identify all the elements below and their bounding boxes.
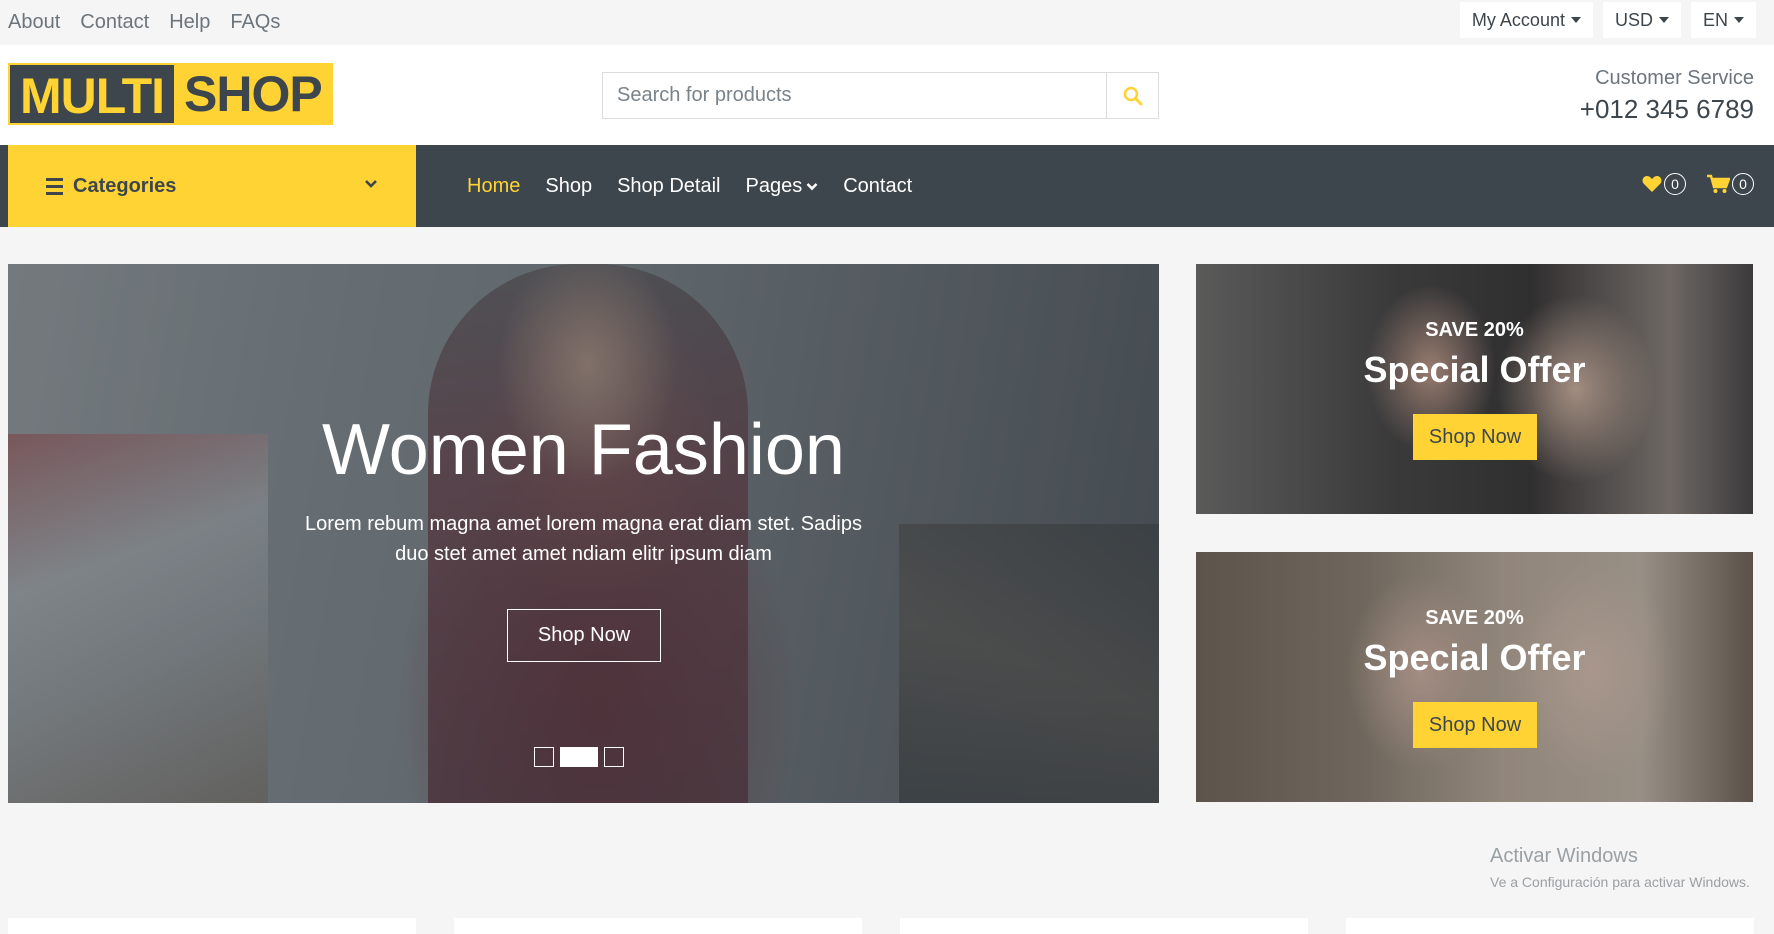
my-account-dropdown[interactable]: My Account — [1459, 2, 1593, 38]
top-link-faqs[interactable]: FAQs — [230, 11, 280, 34]
offer-shop-now-button[interactable]: Shop Now — [1413, 702, 1537, 748]
top-link-help[interactable]: Help — [169, 11, 210, 34]
hero-carousel[interactable]: Women Fashion Lorem rebum magna amet lor… — [8, 264, 1159, 803]
hero-shop-now-button[interactable]: Shop Now — [507, 609, 661, 662]
feature-card — [1346, 918, 1754, 934]
carousel-indicator-2[interactable] — [560, 747, 598, 767]
currency-dropdown[interactable]: USD — [1602, 2, 1681, 38]
topbar: About Contact Help FAQs My Account USD E… — [0, 0, 1774, 45]
logo-part-shop: SHOP — [174, 63, 333, 125]
categories-label: Categories — [73, 174, 177, 197]
nav-links: Home Shop Shop Detail Pages Contact — [467, 145, 912, 227]
hero-title: Women Fashion — [322, 410, 845, 490]
offer-title: Special Offer — [1363, 637, 1586, 678]
nav-link-shop[interactable]: Shop — [545, 175, 592, 198]
nav-link-pages-label: Pages — [745, 174, 803, 197]
main-navbar: Categories Home Shop Shop Detail Pages C… — [0, 145, 1774, 227]
language-dropdown[interactable]: EN — [1690, 2, 1756, 38]
offer-save-text: SAVE 20% — [1425, 319, 1524, 341]
menu-bars-icon — [46, 177, 63, 195]
nav-link-contact[interactable]: Contact — [843, 175, 912, 198]
carousel-indicator-3[interactable] — [604, 747, 624, 767]
feature-card — [900, 918, 1308, 934]
heart-icon — [1642, 176, 1662, 192]
header: MULTI SHOP Customer Service +012 345 678… — [0, 45, 1774, 145]
offer-save-text: SAVE 20% — [1425, 607, 1524, 629]
feature-card — [8, 918, 416, 934]
top-dropdowns: My Account USD EN — [1459, 2, 1756, 38]
wishlist-button[interactable]: 0 — [1642, 173, 1686, 195]
chevron-down-icon — [365, 180, 377, 188]
wishlist-count-badge: 0 — [1664, 173, 1686, 195]
my-account-label: My Account — [1471, 9, 1565, 30]
logo-part-multi: MULTI — [8, 63, 175, 125]
nav-link-pages[interactable]: Pages — [745, 175, 818, 198]
hero-text: Lorem rebum magna amet lorem magna erat … — [305, 513, 862, 565]
cart-button[interactable]: 0 — [1706, 173, 1754, 195]
watermark-title: Activar Windows — [1490, 845, 1638, 867]
feature-cards — [8, 918, 1754, 934]
top-links: About Contact Help FAQs — [8, 11, 280, 34]
cart-count-badge: 0 — [1732, 173, 1754, 195]
nav-link-shop-detail[interactable]: Shop Detail — [617, 175, 720, 198]
caret-down-icon — [1658, 17, 1669, 23]
language-label: EN — [1702, 9, 1728, 30]
carousel-indicator-1[interactable] — [534, 747, 554, 767]
search-icon — [1123, 86, 1142, 105]
caret-down-icon — [1570, 17, 1581, 23]
top-link-contact[interactable]: Contact — [80, 11, 149, 34]
caret-down-icon — [1734, 17, 1744, 23]
offer-shop-now-button[interactable]: Shop Now — [1413, 414, 1537, 460]
top-link-about[interactable]: About — [8, 11, 60, 34]
categories-toggle[interactable]: Categories — [8, 145, 416, 227]
customer-service-phone: +012 345 6789 — [1579, 94, 1754, 124]
chevron-down-icon — [806, 182, 818, 190]
nav-icons: 0 0 — [1642, 173, 1754, 195]
nav-link-home[interactable]: Home — [467, 175, 520, 198]
offer-title: Special Offer — [1363, 349, 1586, 390]
logo[interactable]: MULTI SHOP — [8, 63, 333, 125]
windows-activation-watermark: Activar Windows Ve a Configuración para … — [1490, 845, 1750, 890]
search-button[interactable] — [1106, 73, 1158, 118]
cart-icon — [1707, 174, 1730, 193]
watermark-subtitle: Ve a Configuración para activar Windows. — [1490, 874, 1750, 890]
carousel-indicators — [534, 747, 624, 767]
currency-label: USD — [1614, 9, 1653, 30]
search-form — [602, 72, 1159, 119]
offer-card: SAVE 20% Special Offer Shop Now — [1196, 552, 1753, 802]
feature-card — [454, 918, 862, 934]
customer-service-label: Customer Service — [1595, 67, 1754, 89]
customer-service: Customer Service +012 345 6789 — [1580, 67, 1754, 125]
offer-card: SAVE 20% Special Offer Shop Now — [1196, 264, 1753, 514]
search-input[interactable] — [603, 73, 1106, 118]
